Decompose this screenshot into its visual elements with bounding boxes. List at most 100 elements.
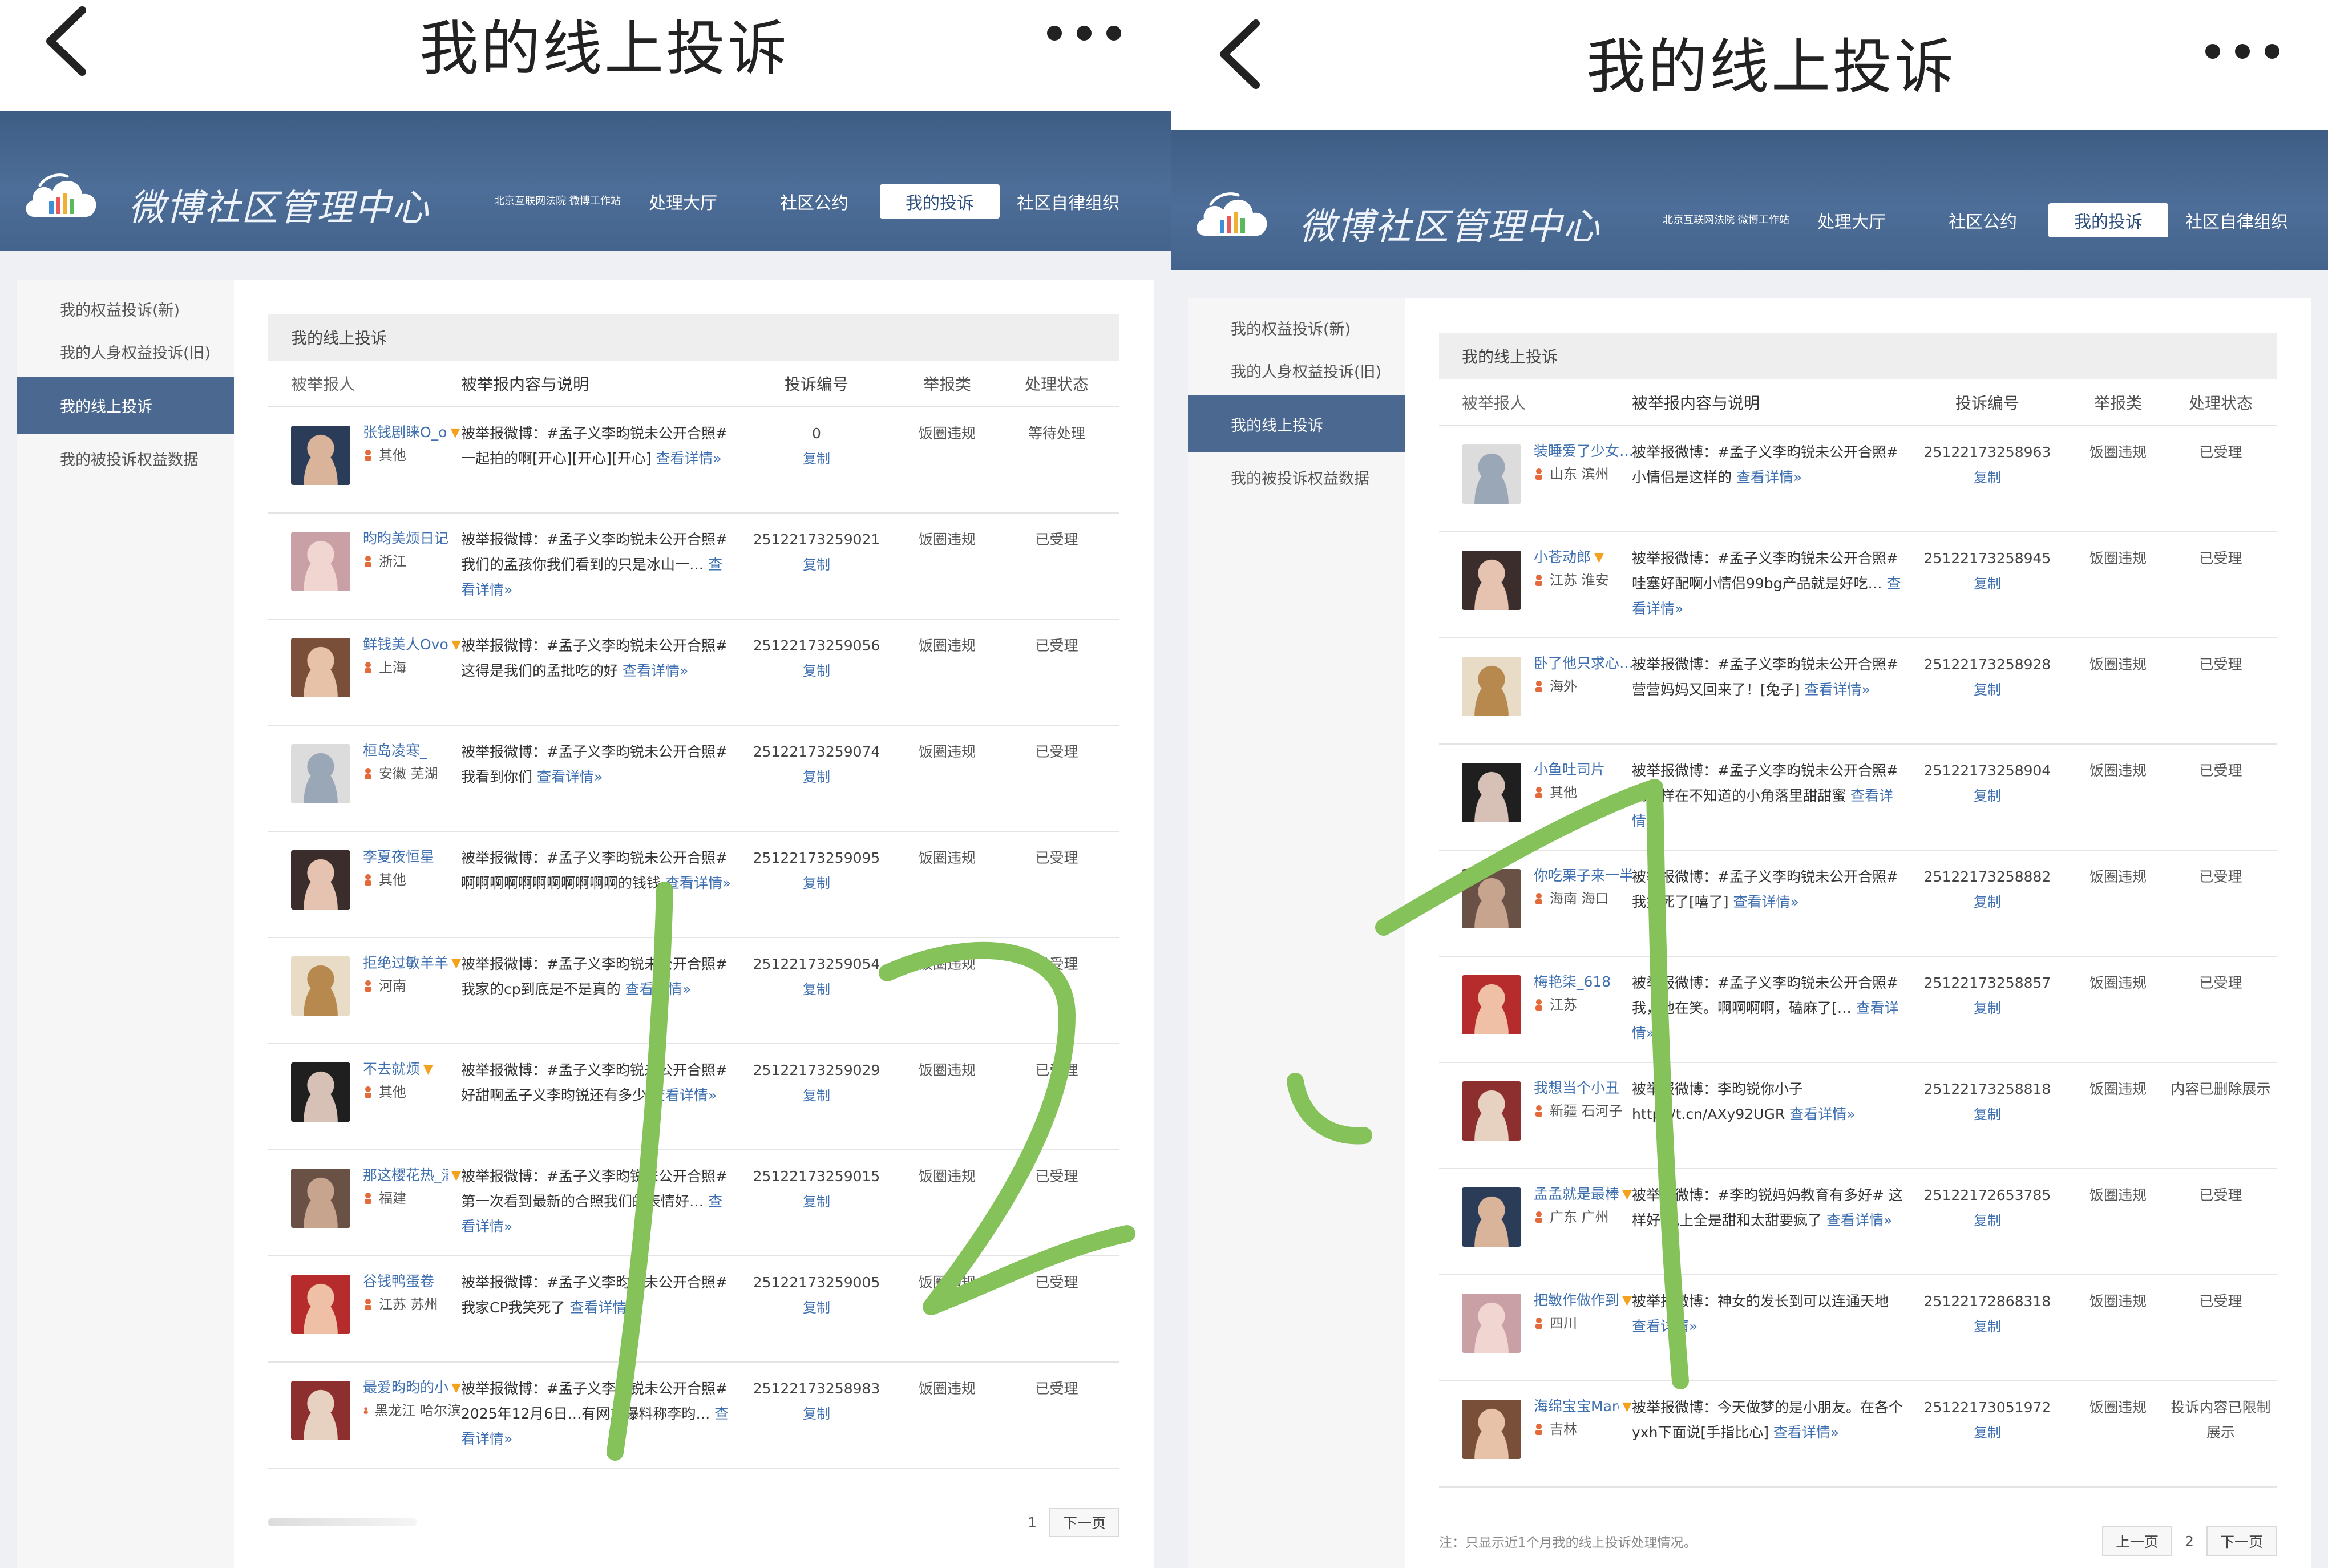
sidebar-item-rights-new[interactable]: 我的权益投诉(新) (17, 288, 234, 330)
copy-id-link[interactable]: 复制 (1903, 1420, 2071, 1445)
avatar[interactable] (291, 1381, 350, 1440)
view-details-link[interactable]: 查看详情» (570, 1299, 636, 1316)
avatar[interactable] (1462, 1400, 1521, 1459)
avatar[interactable] (1462, 1187, 1521, 1247)
nav-court-station[interactable]: 北京互联网法院 微博工作站 (494, 184, 621, 219)
avatar[interactable] (1462, 1294, 1521, 1353)
view-details-link[interactable]: 查看详情» (1736, 469, 1802, 486)
view-details-link[interactable]: 查看详情» (623, 662, 688, 679)
copy-id-link[interactable]: 复制 (1903, 465, 2071, 490)
nav-my-complaints[interactable]: 我的投诉 (880, 184, 1000, 219)
copy-id-link[interactable]: 复制 (733, 1083, 900, 1108)
sidebar-item-rights-new[interactable]: 我的权益投诉(新) (1188, 306, 1405, 349)
nav-self-regulation[interactable]: 社区自律组织 (1000, 184, 1137, 219)
page-number[interactable]: 2 (2185, 1533, 2194, 1550)
avatar[interactable] (1462, 657, 1521, 716)
sidebar-item-personal-rights-old[interactable]: 我的人身权益投诉(旧) (17, 330, 234, 373)
copy-id-link[interactable]: 复制 (733, 977, 900, 1002)
nav-court-station[interactable]: 北京互联网法院 微博工作站 (1663, 203, 1789, 237)
user-name-link[interactable]: 你吃栗子来一半 (1534, 864, 1632, 887)
copy-id-link[interactable]: 复制 (1903, 677, 2071, 702)
copy-id-link[interactable]: 复制 (1903, 1208, 2071, 1233)
user-name-link[interactable]: 拒绝过敏羊羊 (363, 952, 448, 975)
view-details-link[interactable]: 查看详情» (1804, 681, 1870, 698)
sidebar-item-complained-data[interactable]: 我的被投诉权益数据 (1188, 456, 1405, 499)
copy-id-link[interactable]: 复制 (733, 1401, 900, 1426)
sidebar-item-online-complaints[interactable]: 我的线上投诉 (17, 377, 234, 434)
avatar[interactable] (1462, 1081, 1521, 1141)
copy-id-link[interactable]: 复制 (733, 871, 900, 896)
avatar[interactable] (291, 956, 350, 1016)
nav-processing-hall[interactable]: 处理大厅 (1786, 203, 1917, 237)
avatar[interactable] (1462, 975, 1521, 1034)
avatar[interactable] (1462, 869, 1521, 928)
user-name-link[interactable]: 昀昀美烦日记 (363, 527, 448, 550)
copy-id-link[interactable]: 复制 (1903, 890, 2071, 915)
view-details-link[interactable]: 查看详情» (656, 450, 721, 467)
view-details-link[interactable]: 查看详情» (665, 875, 731, 891)
user-name-link[interactable]: 小鱼吐司片 (1534, 758, 1605, 781)
prev-page-button[interactable]: 上一页 (2102, 1526, 2173, 1556)
more-dots-icon[interactable] (2205, 40, 2280, 63)
nav-community-rules[interactable]: 社区公约 (1917, 203, 2048, 237)
user-name-link[interactable]: 张钱剧睐O_o (363, 421, 447, 444)
next-page-button[interactable]: 下一页 (1049, 1508, 1119, 1537)
user-name-link[interactable]: 桓岛凌寒_ (363, 739, 427, 762)
next-page-button[interactable]: 下一页 (2206, 1526, 2277, 1556)
view-details-link[interactable]: 查看详情» (1733, 894, 1798, 910)
view-details-link[interactable]: 查看详情» (537, 769, 603, 785)
more-dots-icon[interactable] (1047, 22, 1121, 45)
avatar[interactable] (291, 744, 350, 803)
avatar[interactable] (291, 1062, 350, 1122)
avatar[interactable] (1462, 444, 1521, 504)
user-name-link[interactable]: 我想当个小丑 (1534, 1077, 1619, 1100)
avatar[interactable] (291, 850, 350, 910)
copy-id-link[interactable]: 复制 (733, 658, 900, 684)
copy-id-link[interactable]: 复制 (1903, 783, 2071, 809)
chevron-left-icon[interactable] (34, 1, 103, 81)
user-name-link[interactable]: 装睡爱了少女… (1534, 440, 1632, 463)
user-name-link[interactable]: 李夏夜恒星 (363, 846, 434, 868)
view-details-link[interactable]: 查看详情» (651, 1087, 717, 1104)
avatar[interactable] (291, 532, 350, 591)
user-name-link[interactable]: 那这樱花热_清清 (363, 1164, 448, 1187)
user-name-link[interactable]: 梅艳柒_618 (1534, 971, 1611, 993)
nav-self-regulation[interactable]: 社区自律组织 (2168, 203, 2305, 237)
view-details-link[interactable]: 查看详情» (1789, 1106, 1855, 1122)
user-name-link[interactable]: 孟孟就是最棒的 (1534, 1183, 1619, 1206)
copy-id-link[interactable]: 复制 (733, 765, 900, 790)
avatar[interactable] (291, 1275, 350, 1334)
copy-id-link[interactable]: 复制 (733, 1295, 900, 1320)
copy-id-link[interactable]: 复制 (733, 552, 900, 577)
user-name-link[interactable]: 小苍动郎 (1534, 546, 1591, 569)
view-details-link[interactable]: 查看详情» (1632, 1318, 1698, 1335)
avatar[interactable] (291, 1169, 350, 1228)
horizontal-scrollbar[interactable] (268, 1518, 417, 1526)
sidebar-item-complained-data[interactable]: 我的被投诉权益数据 (17, 437, 234, 480)
copy-id-link[interactable]: 复制 (1903, 1314, 2071, 1339)
view-details-link[interactable]: 查看详情» (625, 981, 691, 997)
copy-id-link[interactable]: 复制 (1903, 1102, 2071, 1127)
nav-community-rules[interactable]: 社区公约 (749, 184, 880, 219)
page-number[interactable]: 1 (1028, 1514, 1037, 1531)
copy-id-link[interactable]: 复制 (1903, 996, 2071, 1021)
nav-processing-hall[interactable]: 处理大厅 (617, 184, 749, 219)
user-name-link[interactable]: 不去就烦 (363, 1058, 420, 1081)
avatar[interactable] (1462, 551, 1521, 610)
user-name-link[interactable]: 最爱昀昀的小… (363, 1376, 448, 1399)
copy-id-link[interactable]: 复制 (1903, 571, 2071, 596)
user-name-link[interactable]: 卧了他只求心… (1534, 652, 1632, 675)
sidebar-item-personal-rights-old[interactable]: 我的人身权益投诉(旧) (1188, 349, 1405, 392)
chevron-left-icon[interactable] (1208, 14, 1276, 94)
sidebar-item-online-complaints[interactable]: 我的线上投诉 (1188, 395, 1405, 452)
copy-id-link[interactable]: 复制 (733, 446, 900, 471)
user-name-link[interactable]: 谷钱鸭蛋卷 (363, 1270, 434, 1293)
user-name-link[interactable]: 鲜钱美人Ovo (363, 633, 448, 656)
avatar[interactable] (291, 426, 350, 485)
avatar[interactable] (1462, 763, 1521, 822)
user-name-link[interactable]: 海绵宝宝Marg… (1534, 1395, 1619, 1418)
copy-id-link[interactable]: 复制 (733, 1189, 900, 1214)
user-name-link[interactable]: 把敏作做作到底 (1534, 1289, 1619, 1312)
view-details-link[interactable]: 查看详情» (1773, 1424, 1839, 1441)
nav-my-complaints[interactable]: 我的投诉 (2048, 203, 2168, 237)
